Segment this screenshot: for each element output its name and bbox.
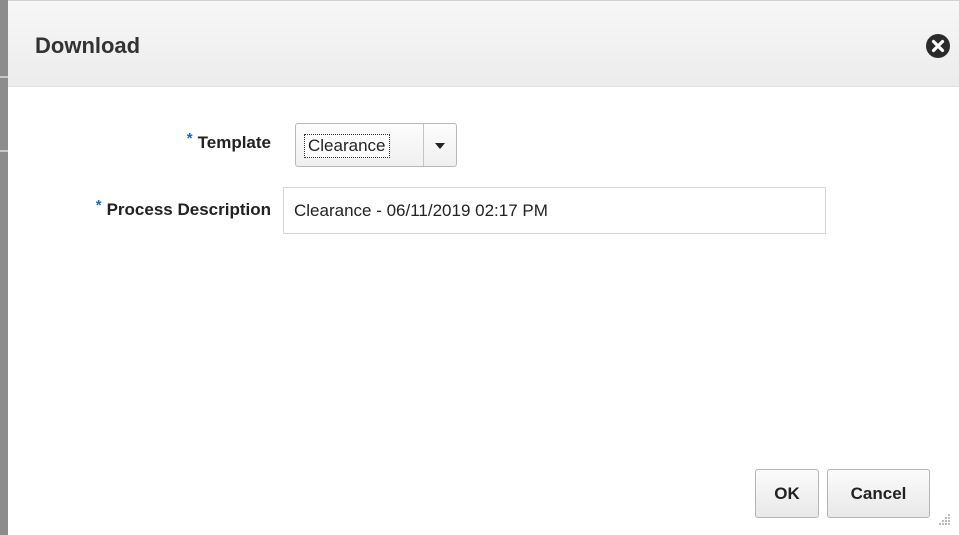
dialog-titlebar[interactable]: Download [8,1,959,87]
resize-grip-icon[interactable] [937,512,951,526]
process-description-input[interactable] [283,187,826,234]
dialog-title: Download [35,33,141,58]
template-label: * Template [158,130,271,153]
template-label-text: Template [197,133,271,152]
background-window-edge [0,0,8,535]
required-indicator: * [95,197,102,214]
template-select-value: Clearance [304,134,390,158]
page: Download * Template Clearance * Process De… [0,0,959,535]
chevron-down-icon [435,143,445,149]
ok-button[interactable]: OK [755,469,819,518]
process-description-label: * Process Description [38,197,271,220]
process-description-label-text: Process Description [106,200,271,219]
cancel-button[interactable]: Cancel [827,469,930,518]
close-button[interactable] [926,34,950,58]
template-dropdown-toggle[interactable] [423,124,456,166]
template-select[interactable]: Clearance [295,123,457,167]
background-divider [0,76,8,78]
required-indicator: * [186,130,193,147]
download-dialog: Download * Template Clearance * Process De… [8,0,959,535]
close-icon [926,34,950,58]
background-divider [0,150,8,152]
